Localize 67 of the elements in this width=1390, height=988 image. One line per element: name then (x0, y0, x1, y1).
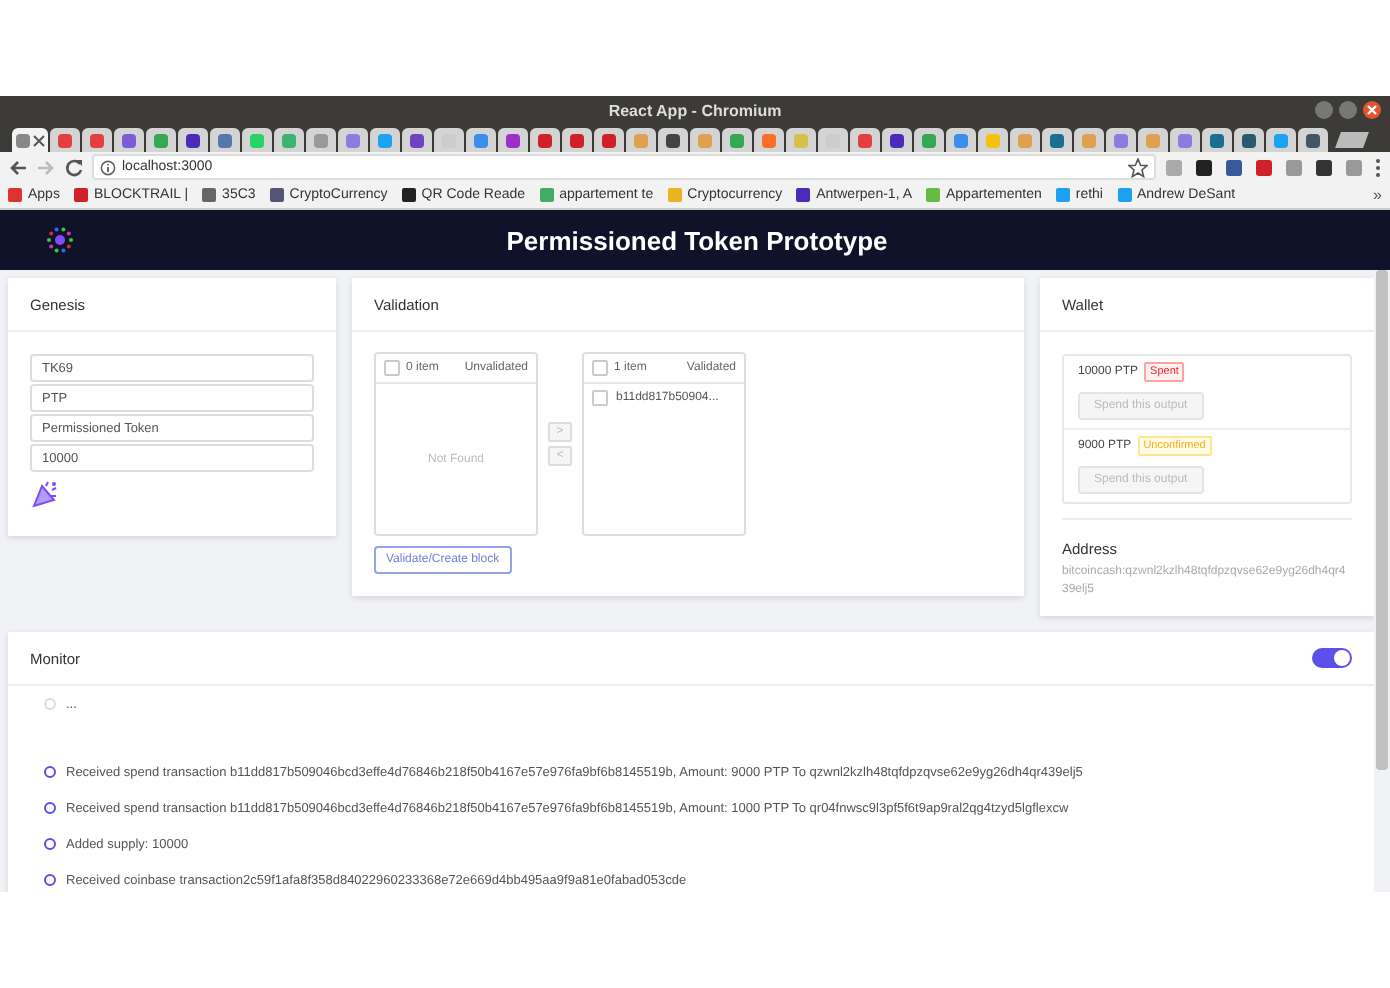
browser-tab[interactable] (658, 128, 688, 152)
browser-tab[interactable] (1074, 128, 1104, 152)
window-title: React App - Chromium (608, 101, 782, 119)
browser-tab[interactable] (1042, 128, 1072, 152)
browser-tab[interactable] (594, 128, 624, 152)
browser-tab[interactable] (178, 128, 208, 152)
timeline-dot-icon (44, 838, 56, 850)
close-icon (31, 133, 45, 147)
browser-tab[interactable] (242, 128, 272, 152)
browser-tab[interactable] (786, 128, 816, 152)
browser-tab[interactable] (882, 128, 912, 152)
browser-tab[interactable] (818, 128, 848, 152)
reload-icon (64, 157, 84, 177)
browser-tab[interactable] (338, 128, 368, 152)
browser-tab[interactable] (306, 128, 336, 152)
checkbox[interactable] (384, 360, 400, 376)
browser-tab[interactable] (12, 128, 48, 152)
logo-icon (44, 224, 76, 256)
menu-icon (1374, 157, 1382, 177)
browser-tab[interactable] (82, 128, 112, 152)
checkbox[interactable] (592, 360, 608, 376)
close-icon (1362, 100, 1382, 120)
browser-tab[interactable] (370, 128, 400, 152)
browser-tab[interactable] (946, 128, 976, 152)
browser-tab[interactable] (914, 128, 944, 152)
browser-tab[interactable] (1234, 128, 1264, 152)
browser-tab[interactable] (274, 128, 304, 152)
minimize-icon (1314, 100, 1334, 120)
info-icon (100, 159, 116, 175)
toggle-switch[interactable] (1312, 648, 1352, 668)
pending-dot-icon (44, 698, 56, 710)
browser-tab[interactable] (402, 128, 432, 152)
browser-tab[interactable] (434, 128, 464, 152)
browser-tab[interactable] (562, 128, 592, 152)
browser-tab[interactable] (530, 128, 560, 152)
timeline-dot-icon (44, 874, 56, 886)
browser-tab[interactable] (978, 128, 1008, 152)
checkbox[interactable] (592, 390, 608, 406)
browser-tab[interactable] (146, 128, 176, 152)
browser-tab[interactable] (498, 128, 528, 152)
app-title: Permissioned Token Prototype (504, 225, 890, 255)
browser-tab[interactable] (114, 128, 144, 152)
new-tab-button[interactable] (1335, 132, 1369, 148)
forward-icon (36, 157, 56, 177)
browser-tab[interactable] (210, 128, 240, 152)
more-bookmarks-button[interactable]: » (1373, 186, 1382, 204)
browser-tab[interactable] (850, 128, 880, 152)
scrollbar[interactable] (1376, 270, 1388, 770)
browser-tab[interactable] (722, 128, 752, 152)
back-icon (8, 157, 28, 177)
browser-tab[interactable] (626, 128, 656, 152)
browser-tab[interactable] (1138, 128, 1168, 152)
browser-tab[interactable] (1298, 128, 1328, 152)
party-popper-icon (30, 480, 58, 508)
browser-tab[interactable] (1010, 128, 1040, 152)
browser-tab[interactable] (1266, 128, 1296, 152)
browser-tab[interactable] (754, 128, 784, 152)
star-icon (1128, 157, 1148, 177)
timeline-dot-icon (44, 766, 56, 778)
maximize-icon (1338, 100, 1358, 120)
browser-tab[interactable] (1170, 128, 1200, 152)
browser-tab[interactable] (50, 128, 80, 152)
browser-tab[interactable] (690, 128, 720, 152)
browser-tab[interactable] (466, 128, 496, 152)
timeline-dot-icon (44, 802, 56, 814)
browser-tab[interactable] (1202, 128, 1232, 152)
browser-tab[interactable] (1106, 128, 1136, 152)
